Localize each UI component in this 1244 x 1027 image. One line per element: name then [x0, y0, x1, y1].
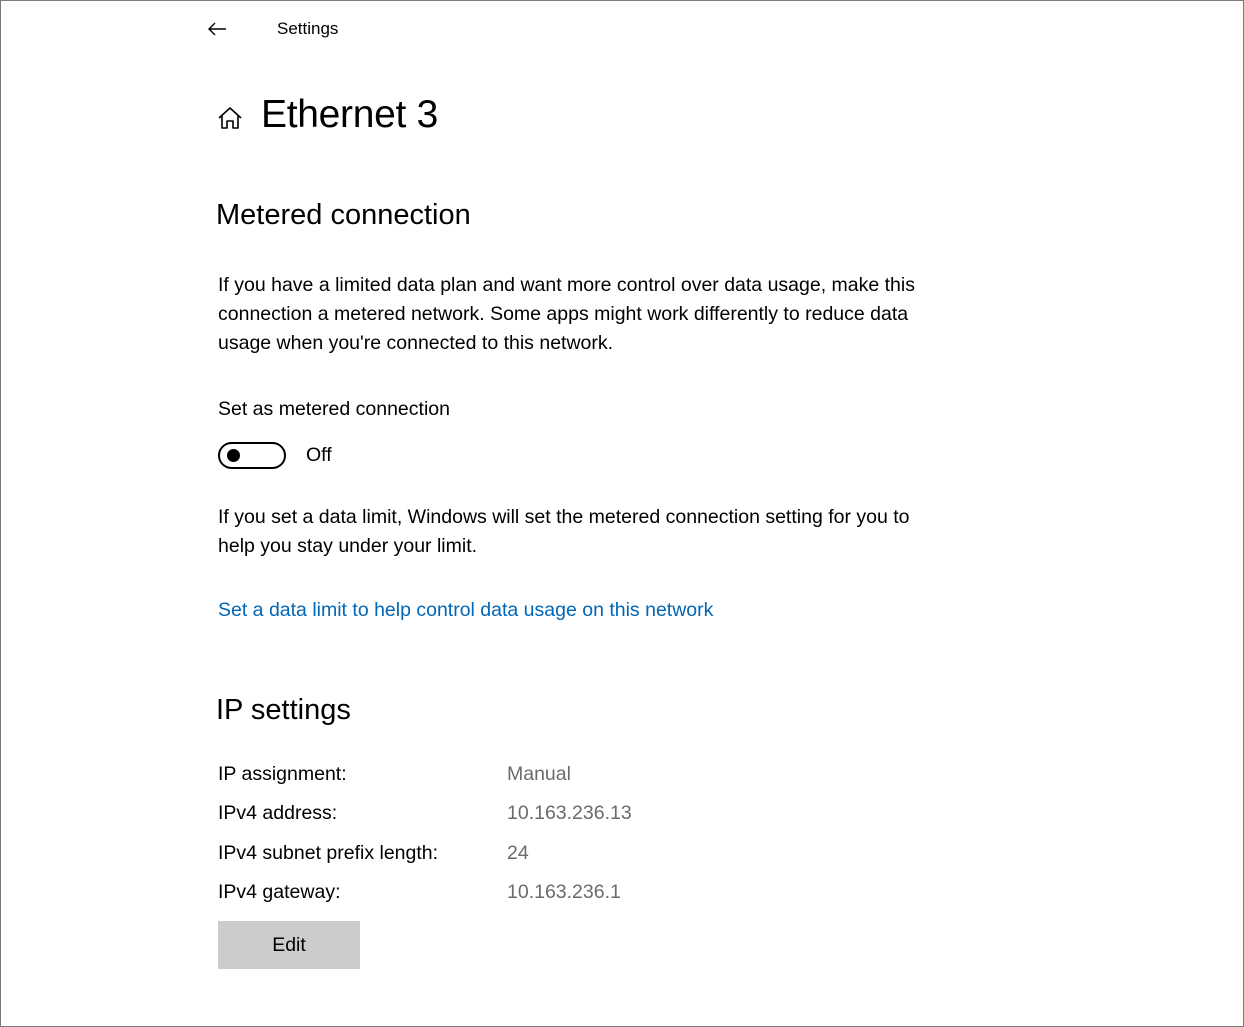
back-arrow-icon — [208, 22, 226, 36]
settings-window: Settings Ethernet 3 Metered connection I… — [0, 0, 1244, 1027]
ip-row: IPv4 gateway: 10.163.236.1 — [218, 881, 632, 920]
back-button[interactable] — [201, 13, 233, 45]
set-data-limit-link[interactable]: Set a data limit to help control data us… — [218, 599, 713, 622]
ipv4-address-value: 10.163.236.13 — [507, 802, 632, 825]
ipv4-prefix-label: IPv4 subnet prefix length: — [218, 841, 439, 864]
ipv4-prefix-value: 24 — [507, 841, 529, 864]
window-title: Settings — [277, 19, 339, 38]
data-limit-description: If you set a data limit, Windows will se… — [218, 506, 910, 557]
ip-assignment-value: Manual — [507, 763, 571, 785]
ipv4-address-label: IPv4 address: — [218, 802, 338, 825]
metered-connection-heading: Metered connection — [216, 199, 471, 231]
metered-description: If you have a limited data plan and want… — [218, 274, 915, 354]
ip-assignment-label: IP assignment: — [218, 763, 347, 785]
ip-settings-table: IP assignment: Manual IPv4 address: 10.1… — [218, 763, 632, 920]
page-title: Ethernet 3 — [261, 93, 438, 136]
page-header: Ethernet 3 — [215, 93, 438, 137]
metered-toggle-row: Off — [218, 442, 332, 469]
ip-row: IPv4 address: 10.163.236.13 — [218, 802, 632, 841]
ipv4-gateway-label: IPv4 gateway: — [218, 880, 341, 903]
toggle-knob — [227, 449, 240, 462]
home-icon — [215, 103, 245, 133]
title-bar: Settings — [201, 13, 338, 45]
ipv4-gateway-value: 10.163.236.1 — [507, 880, 621, 903]
toggle-state-text: Off — [306, 444, 332, 466]
metered-toggle-label: Set as metered connection — [218, 398, 450, 420]
edit-ip-button[interactable]: Edit — [218, 921, 360, 969]
ip-settings-heading: IP settings — [216, 694, 351, 726]
metered-toggle[interactable] — [218, 442, 286, 469]
ip-row: IPv4 subnet prefix length: 24 — [218, 842, 632, 881]
ip-row: IP assignment: Manual — [218, 763, 632, 802]
